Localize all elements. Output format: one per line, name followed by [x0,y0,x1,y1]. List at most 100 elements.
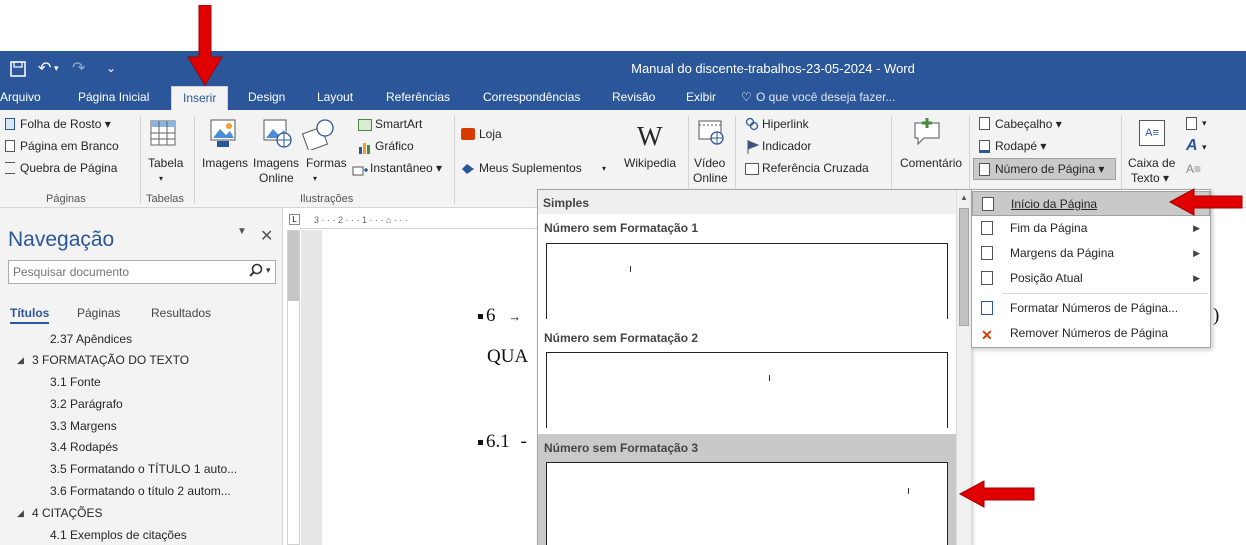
chart-icon [358,141,372,154]
heading-item[interactable]: 3.1 Fonte [50,375,101,389]
tab-pagina-inicial[interactable]: Página Inicial [78,86,149,110]
subheading-number: 6.1 [486,431,510,452]
caixa-de-texto-label-2: Texto ▾ [1131,171,1170,185]
referencia-cruzada-button[interactable]: Referência Cruzada [762,161,869,176]
heading-item[interactable]: 3.6 Formatando o título 2 autom... [50,484,231,498]
meus-suplementos-button[interactable]: Meus Suplementos [479,161,582,176]
table-icon [150,120,176,146]
tab-paginas[interactable]: Páginas [77,306,120,320]
gallery-option-2[interactable] [546,352,948,428]
heading-item[interactable]: 3.3 Margens [50,419,117,433]
tell-me-search[interactable]: O que você deseja fazer... [756,86,895,110]
collapse-icon[interactable]: ◢ [17,508,24,519]
online-video-icon [697,118,725,146]
search-icon[interactable] [249,263,263,280]
wikipedia-button[interactable]: Wikipedia [624,156,676,171]
pictures-icon [209,118,237,148]
indicador-button[interactable]: Indicador [762,139,811,154]
gallery-option-3[interactable] [546,462,948,545]
close-icon[interactable]: ✕ [260,226,273,246]
numero-de-pagina-button[interactable]: Número de Página ▾ [973,158,1116,180]
grafico-button[interactable]: Gráfico [375,139,414,154]
caixa-de-texto-button[interactable]: Caixa de [1128,156,1175,171]
heading-item[interactable]: 3 FORMATAÇÃO DO TEXTO [32,353,189,367]
group-separator [140,116,141,204]
video-online-label-2: Online [693,171,728,185]
pane-options-icon[interactable]: ▼ [237,226,247,237]
tab-exibir[interactable]: Exibir [686,86,716,110]
menu-separator [1002,293,1208,294]
formas-dropdown-icon[interactable]: ▾ [313,171,317,186]
hiperlink-button[interactable]: Hiperlink [762,117,809,132]
tab-arrow: → [508,309,522,324]
loja-button[interactable]: Loja [479,127,502,142]
tabela-dropdown-icon[interactable]: ▾ [159,171,163,186]
folha-de-rosto-button[interactable]: Folha de Rosto ▾ [20,117,111,132]
collapse-icon[interactable]: ◢ [17,355,24,366]
tabela-button[interactable]: Tabela [148,156,183,171]
imagens-online-button[interactable]: Imagens [253,156,299,171]
dash: - [520,431,527,452]
heading-item[interactable]: 3.4 Rodapés [50,440,118,454]
tab-titulos[interactable]: Títulos [10,306,50,324]
heading-number: 6 [486,305,496,326]
group-label-ilustracoes: Ilustrações [300,193,354,205]
heading-item[interactable]: 2.37 Apêndices [50,332,132,346]
cabecalho-button[interactable]: Cabeçalho ▾ [995,117,1062,132]
gallery-option-1[interactable] [546,243,948,319]
current-position-icon [981,271,993,285]
heading-line-1: 6 → [478,305,521,327]
rodape-button[interactable]: Rodapé ▾ [995,139,1046,154]
search-input[interactable] [9,261,229,283]
drop-cap-icon[interactable]: A≡ [1186,162,1201,177]
bookmark-icon [747,140,760,154]
gallery-option-label: Número sem Formatação 2 [544,331,699,345]
suplementos-dropdown-icon[interactable]: ▾ [602,161,606,176]
heading-line-2: QUA [487,346,529,367]
tab-resultados[interactable]: Resultados [151,306,211,320]
tab-layout[interactable]: Layout [317,86,353,110]
tab-correspondencias[interactable]: Correspondências [483,86,580,110]
comment-icon [912,118,942,146]
quick-parts-icon[interactable] [1186,117,1197,130]
menu-item-remover-numeros[interactable]: ✕ Remover Números de Página [972,321,1210,346]
video-online-button[interactable]: Vídeo [694,156,725,171]
imagens-button[interactable]: Imagens [202,156,248,171]
heading-item[interactable]: 3.5 Formatando o TÍTULO 1 auto... [50,462,237,476]
instantaneo-button[interactable]: Instantâneo ▾ [370,161,442,176]
gallery-option-label: Número sem Formatação 3 [544,441,699,455]
formas-button[interactable]: Formas [306,156,347,171]
scroll-up-icon[interactable]: ▲ [960,193,968,202]
heading-item[interactable]: 4.1 Exemplos de citações [50,528,187,542]
group-label-tabelas: Tabelas [146,193,184,205]
wordart-dropdown-icon[interactable]: ▾ [1202,140,1207,155]
lightbulb-icon: ♡ [741,90,752,104]
search-dropdown-icon[interactable]: ▾ [266,265,271,276]
tab-selector[interactable]: L [289,214,300,225]
tab-inserir[interactable]: Inserir [171,86,229,110]
menu-item-formatar-numeros[interactable]: Formatar Números de Página... [972,296,1210,321]
tab-referencias[interactable]: Referências [386,86,450,110]
menu-item-label: Formatar Números de Página... [1010,301,1179,315]
pagina-em-branco-button[interactable]: Página em Branco [20,139,119,154]
ruler-ticks: 3 · · · 2 · · · 1 · · · ⌂ · · · [314,215,408,225]
menu-item-label: Margens da Página [1010,246,1115,260]
smartart-button[interactable]: SmartArt [375,117,422,132]
menu-item-fim-da-pagina[interactable]: Fim da Página ▶ [972,216,1210,241]
online-pictures-icon [262,118,292,148]
shapes-icon [301,118,334,152]
comentario-button[interactable]: Comentário [900,156,962,171]
quebra-de-pagina-button[interactable]: Quebra de Página [20,161,117,176]
wordart-icon[interactable]: A [1186,138,1198,154]
tab-design[interactable]: Design [248,86,285,110]
menu-item-margens-da-pagina[interactable]: Margens da Página ▶ [972,241,1210,266]
heading-item[interactable]: 4 CITAÇÕES [32,506,102,520]
menu-item-label: Remover Números de Página [1010,326,1169,340]
quick-parts-dropdown-icon[interactable]: ▾ [1202,116,1207,131]
hyperlink-icon [745,117,759,131]
menu-item-posicao-atual[interactable]: Posição Atual ▶ [972,266,1210,291]
tab-arquivo[interactable]: Arquivo [0,86,41,110]
scroll-thumb[interactable] [959,208,969,326]
heading-item[interactable]: 3.2 Parágrafo [50,397,123,411]
tab-revisao[interactable]: Revisão [612,86,655,110]
